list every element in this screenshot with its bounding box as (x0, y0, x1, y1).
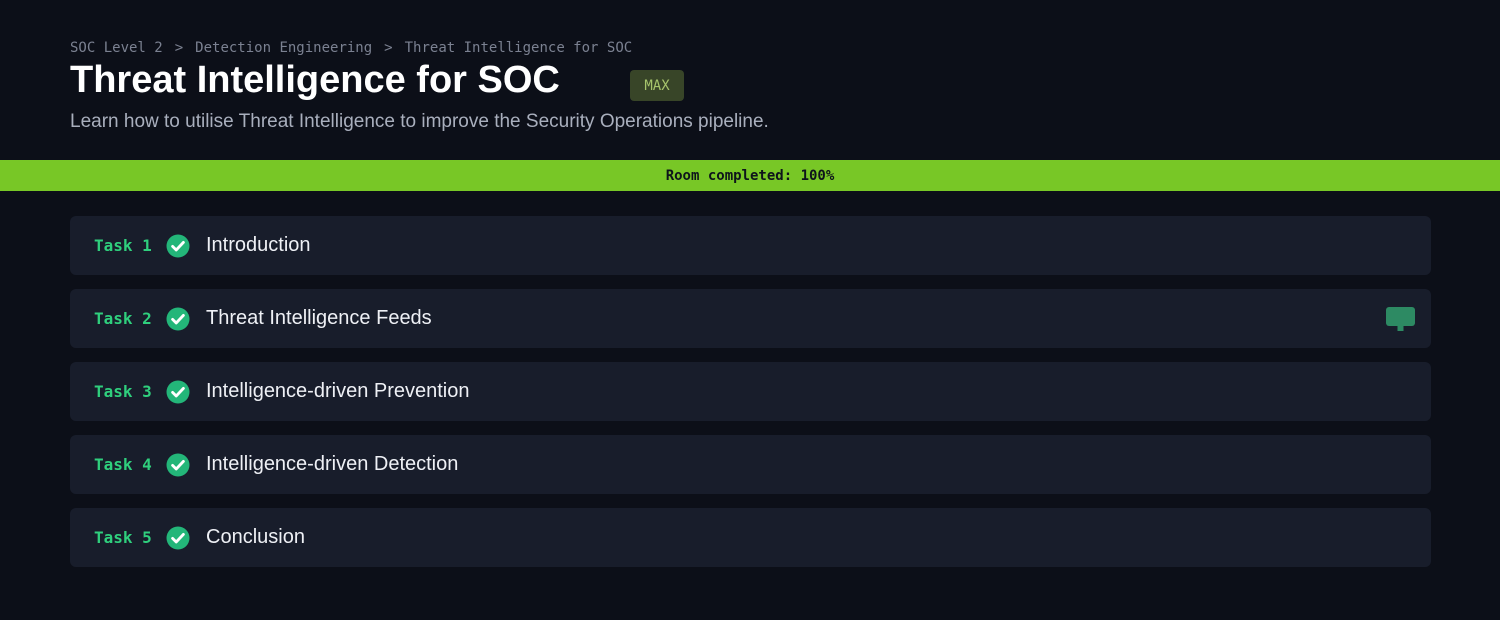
check-circle-icon (166, 307, 190, 331)
check-circle-icon (166, 380, 190, 404)
task-list: Task 1 Introduction Task 2 Threat Intell… (70, 216, 1431, 581)
task-title: Threat Intelligence Feeds (206, 307, 432, 329)
task-number: Task 2 (94, 309, 152, 328)
task-title: Introduction (206, 234, 311, 256)
task-title: Conclusion (206, 526, 305, 548)
task-number: Task 3 (94, 382, 152, 401)
page-title: Threat Intelligence for SOC (70, 59, 560, 101)
task-item-3[interactable]: Task 3 Intelligence-driven Prevention (70, 362, 1431, 421)
chat-bubble-icon[interactable] (1386, 307, 1415, 331)
task-title: Intelligence-driven Prevention (206, 380, 470, 402)
task-number: Task 4 (94, 455, 152, 474)
breadcrumb: SOC Level 2 > Detection Engineering > Th… (70, 40, 632, 56)
room-description: Learn how to utilise Threat Intelligence… (70, 111, 769, 132)
task-item-5[interactable]: Task 5 Conclusion (70, 508, 1431, 567)
breadcrumb-separator: > (174, 40, 184, 56)
task-title: Intelligence-driven Detection (206, 453, 459, 475)
check-circle-icon (166, 453, 190, 477)
breadcrumb-item-current-room[interactable]: Threat Intelligence for SOC (405, 40, 633, 56)
task-item-4[interactable]: Task 4 Intelligence-driven Detection (70, 435, 1431, 494)
check-circle-icon (166, 526, 190, 550)
task-item-2[interactable]: Task 2 Threat Intelligence Feeds (70, 289, 1431, 348)
task-number: Task 1 (94, 236, 152, 255)
task-item-1[interactable]: Task 1 Introduction (70, 216, 1431, 275)
task-number: Task 5 (94, 528, 152, 547)
breadcrumb-item-soc-level-2[interactable]: SOC Level 2 (70, 40, 163, 56)
room-page: SOC Level 2 > Detection Engineering > Th… (0, 0, 1500, 620)
breadcrumb-item-detection-engineering[interactable]: Detection Engineering (195, 40, 372, 56)
breadcrumb-separator: > (384, 40, 393, 56)
difficulty-badge: MAX (630, 70, 684, 101)
progress-label: Room completed: 100% (665, 167, 835, 184)
room-progress-bar: Room completed: 100% (0, 160, 1500, 191)
check-circle-icon (166, 234, 190, 258)
